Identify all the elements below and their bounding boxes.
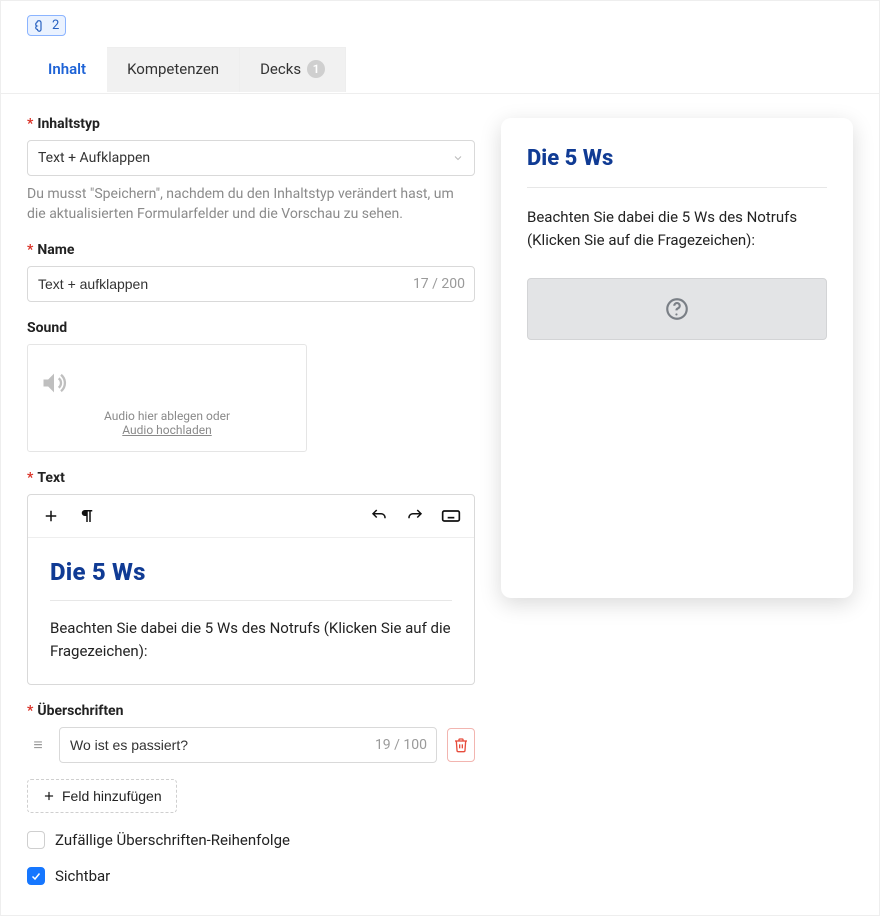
heading-counter-0: 19 / 100 <box>375 737 427 753</box>
tab-competencies[interactable]: Kompetenzen <box>107 47 240 92</box>
random-order-label: Zufällige Überschriften-Reihenfolge <box>55 831 290 849</box>
preview-body: Beachten Sie dabei die 5 Ws des Notrufs … <box>527 206 827 253</box>
visible-checkbox[interactable] <box>27 867 45 885</box>
editor-title: Die 5 Ws <box>50 558 452 586</box>
name-input[interactable] <box>27 266 475 302</box>
content-type-help: Du musst "Speichern", nachdem du den Inh… <box>27 184 475 225</box>
visible-label: Sichtbar <box>55 867 110 885</box>
tab-decks[interactable]: Decks 1 <box>240 47 346 92</box>
delete-heading-button[interactable] <box>447 728 475 762</box>
preview-title: Die 5 Ws <box>527 146 827 171</box>
toolbar-undo-icon[interactable] <box>368 505 390 527</box>
brain-icon <box>34 19 48 33</box>
preview-card: Die 5 Ws Beachten Sie dabei die 5 Ws des… <box>501 118 853 598</box>
label-content-type: *Inhaltstyp <box>27 116 475 132</box>
toolbar-paragraph-icon[interactable] <box>76 505 98 527</box>
preview-question-box[interactable] <box>527 278 827 340</box>
random-order-checkbox[interactable] <box>27 831 45 849</box>
sound-dropzone[interactable]: Audio hier ablegen oder Audio hochladen <box>27 344 307 452</box>
decks-count-badge: 1 <box>307 60 325 78</box>
text-editor[interactable]: Die 5 Ws Beachten Sie dabei die 5 Ws des… <box>27 494 475 685</box>
speaker-icon <box>40 369 294 397</box>
content-type-select[interactable]: Text + Aufklappen <box>27 140 475 176</box>
editor-paragraph: Beachten Sie dabei die 5 Ws des Notrufs … <box>50 617 452 662</box>
plus-icon <box>42 789 56 803</box>
tab-content[interactable]: Inhalt <box>27 47 107 92</box>
label-text: *Text <box>27 470 475 486</box>
label-sound: Sound <box>27 320 475 336</box>
label-name: *Name <box>27 242 475 258</box>
brain-count-badge: 2 <box>27 15 66 36</box>
chevron-down-icon <box>452 152 464 164</box>
add-field-button[interactable]: Feld hinzufügen <box>27 779 177 813</box>
brain-count: 2 <box>52 18 59 33</box>
audio-upload-link[interactable]: Audio hochladen <box>40 423 294 437</box>
editor-content[interactable]: Die 5 Ws Beachten Sie dabei die 5 Ws des… <box>28 538 474 684</box>
name-counter: 17 / 200 <box>413 276 465 292</box>
toolbar-add-icon[interactable] <box>40 505 62 527</box>
toolbar-redo-icon[interactable] <box>404 505 426 527</box>
drag-handle-icon[interactable]: ≡ <box>27 735 49 755</box>
question-circle-icon <box>664 296 690 322</box>
label-headings: *Überschriften <box>27 703 475 719</box>
toolbar-keyboard-icon[interactable] <box>440 505 462 527</box>
